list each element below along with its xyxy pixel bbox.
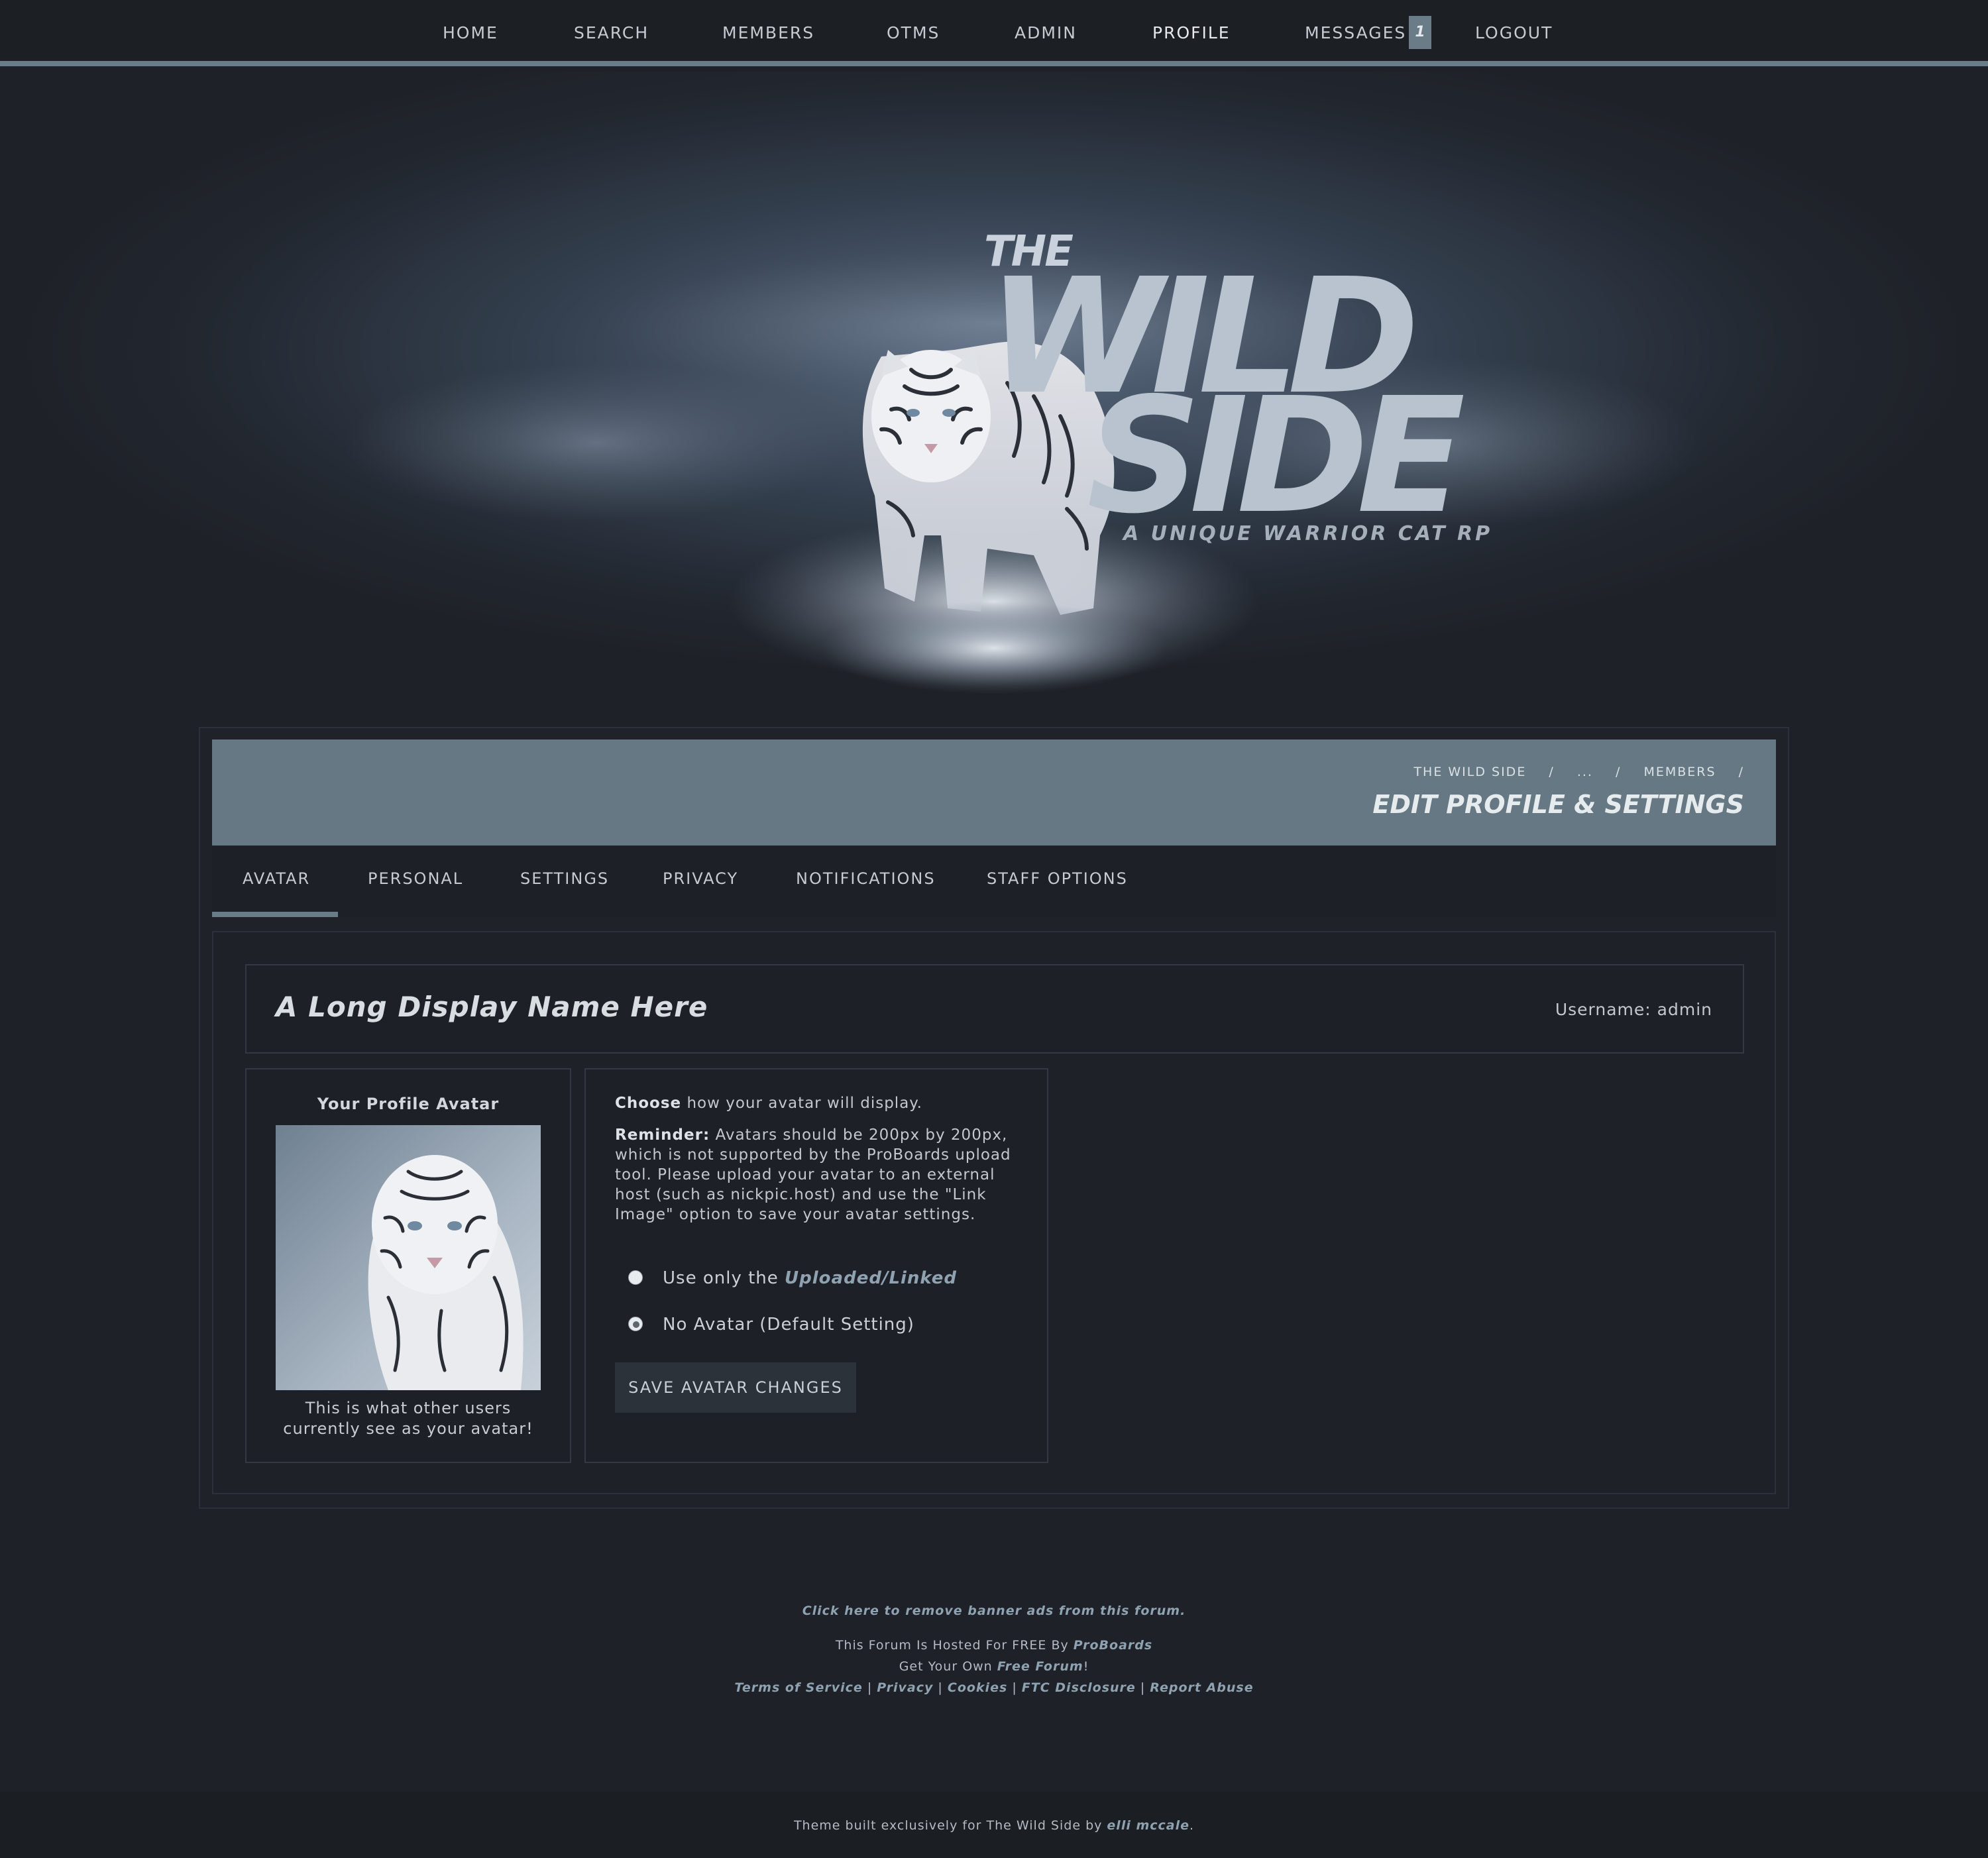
radio-label: No Avatar (Default Setting) (663, 1315, 914, 1335)
hosted-text: This Forum Is Hosted For FREE By (835, 1638, 1069, 1653)
terms-link[interactable]: Terms of Service (734, 1680, 862, 1695)
tab-settings[interactable]: SETTINGS (520, 846, 609, 917)
tab-privacy[interactable]: PRIVACY (663, 846, 738, 917)
theme-credit-suffix: . (1189, 1818, 1195, 1833)
breadcrumb-ellipsis[interactable]: ... (1577, 765, 1593, 779)
logo-tagline: A UNIQUE WARRIOR CAT RP (1123, 522, 1493, 545)
theme-credit-text: Theme built exclusively for The Wild Sid… (793, 1818, 1103, 1833)
page-title: EDIT PROFILE & SETTINGS (1372, 790, 1744, 819)
footer-remove-ads: Click here to remove banner ads from thi… (0, 1604, 1988, 1618)
messages-count-badge[interactable]: 1 (1409, 16, 1431, 49)
footer-separator: | (938, 1680, 943, 1695)
avatar-options-panel: Choose how your avatar will display. Rem… (584, 1068, 1048, 1463)
remove-ads-link[interactable]: Click here to remove banner ads from thi… (802, 1604, 1186, 1618)
choose-bold: Choose (615, 1095, 682, 1112)
free-forum-link[interactable]: Free Forum (997, 1659, 1083, 1674)
reminder-text: Reminder: Avatars should be 200px by 200… (615, 1125, 1026, 1225)
uploaded-linked-link[interactable]: Uploaded/Linked (785, 1268, 957, 1288)
radio-label: Use only the (663, 1268, 779, 1288)
tab-notifications[interactable]: NOTIFICATIONS (796, 846, 936, 917)
username-row: Username: admin (1555, 1000, 1712, 1019)
proboards-link[interactable]: ProBoards (1074, 1638, 1152, 1653)
nav-logout[interactable]: LOGOUT (1475, 0, 1553, 66)
theme-author-link[interactable]: elli mccale (1107, 1818, 1189, 1833)
page-header: THE WILD SIDE / ... / MEMBERS / EDIT PRO… (212, 739, 1776, 846)
tab-staff-options[interactable]: STAFF OPTIONS (987, 846, 1128, 917)
nav-search[interactable]: SEARCH (574, 0, 649, 66)
avatar-caption: This is what other users currently see a… (247, 1398, 570, 1439)
ftc-disclosure-link[interactable]: FTC Disclosure (1022, 1680, 1136, 1695)
footer-own-forum: Get Your Own Free Forum! (0, 1659, 1988, 1674)
active-tab-indicator (212, 912, 338, 917)
nav-admin[interactable]: ADMIN (1015, 0, 1077, 66)
breadcrumb-separator: / (1549, 765, 1555, 779)
radio-no-avatar[interactable]: No Avatar (Default Setting) (628, 1315, 914, 1335)
radio-button-selected[interactable] (628, 1316, 643, 1331)
display-name: A Long Display Name Here (276, 991, 708, 1023)
report-abuse-link[interactable]: Report Abuse (1150, 1680, 1253, 1695)
theme-credit: Theme built exclusively for The Wild Sid… (0, 1818, 1988, 1833)
cookies-link[interactable]: Cookies (948, 1680, 1007, 1695)
own-forum-text: Get Your Own (899, 1659, 993, 1674)
choose-instruction: Choose how your avatar will display. (615, 1093, 1026, 1113)
top-navigation: HOME SEARCH MEMBERS OTMS ADMIN PROFILE M… (0, 0, 1988, 66)
avatar-caption-line: currently see as your avatar! (283, 1419, 533, 1438)
footer-separator: | (1140, 1680, 1146, 1695)
breadcrumb-separator: / (1616, 765, 1622, 779)
logo-side: SIDE (1087, 363, 1465, 549)
save-avatar-button[interactable]: SAVE AVATAR CHANGES (615, 1362, 856, 1413)
footer-separator: | (1012, 1680, 1017, 1695)
own-forum-suffix: ! (1083, 1659, 1089, 1674)
choose-text: how your avatar will display. (687, 1095, 922, 1112)
radio-button[interactable] (628, 1270, 643, 1285)
avatar-preview-panel: Your Profile Avatar This is what other u… (245, 1068, 571, 1463)
forum-banner: THE WILD SIDE A UNIQUE WARRIOR CAT RP (0, 72, 1988, 734)
avatar-image (276, 1125, 541, 1390)
reminder-bold: Reminder: (615, 1126, 710, 1144)
breadcrumb-separator: / (1738, 765, 1744, 779)
footer-hosted: This Forum Is Hosted For FREE By ProBoar… (0, 1638, 1988, 1653)
username-value: admin (1657, 1000, 1712, 1019)
username-label: Username: (1555, 1000, 1651, 1019)
privacy-link[interactable]: Privacy (877, 1680, 933, 1695)
tab-personal[interactable]: PERSONAL (368, 846, 463, 917)
footer-separator: | (867, 1680, 873, 1695)
profile-tabs: AVATAR PERSONAL SETTINGS PRIVACY NOTIFIC… (212, 846, 1776, 917)
nav-messages[interactable]: MESSAGES (1305, 0, 1406, 66)
nav-home[interactable]: HOME (443, 0, 498, 66)
profile-name-bar: A Long Display Name Here Username: admin (245, 964, 1744, 1054)
tab-avatar[interactable]: AVATAR (243, 846, 310, 917)
nav-profile[interactable]: PROFILE (1152, 0, 1231, 66)
nav-members[interactable]: MEMBERS (722, 0, 814, 66)
breadcrumb: THE WILD SIDE / ... / MEMBERS / (1396, 765, 1744, 779)
avatar-panel-title: Your Profile Avatar (317, 1095, 500, 1113)
breadcrumb-members[interactable]: MEMBERS (1643, 765, 1716, 779)
avatar-caption-line: This is what other users (305, 1399, 512, 1417)
nav-otms[interactable]: OTMS (887, 0, 940, 66)
footer-legal-links: Terms of Service | Privacy | Cookies | F… (0, 1680, 1988, 1695)
breadcrumb-home[interactable]: THE WILD SIDE (1413, 765, 1526, 779)
radio-uploaded-linked[interactable]: Use only the Uploaded/Linked (628, 1268, 957, 1288)
